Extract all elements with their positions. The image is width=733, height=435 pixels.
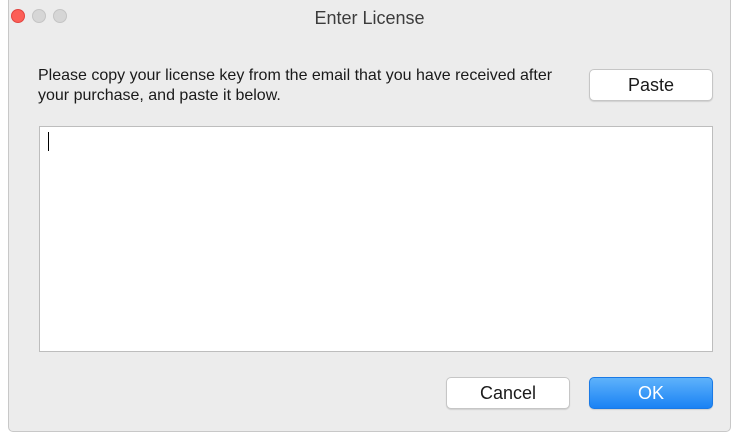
title-bar: Enter License — [9, 0, 730, 36]
enter-license-dialog: Enter License Please copy your license k… — [8, 0, 731, 432]
license-key-input[interactable] — [39, 126, 713, 352]
ok-button[interactable]: OK — [589, 377, 713, 409]
window-title: Enter License — [314, 8, 425, 28]
text-cursor — [48, 132, 49, 151]
cancel-button[interactable]: Cancel — [446, 377, 570, 409]
paste-button[interactable]: Paste — [589, 69, 713, 101]
license-instructions: Please copy your license key from the em… — [38, 67, 553, 104]
